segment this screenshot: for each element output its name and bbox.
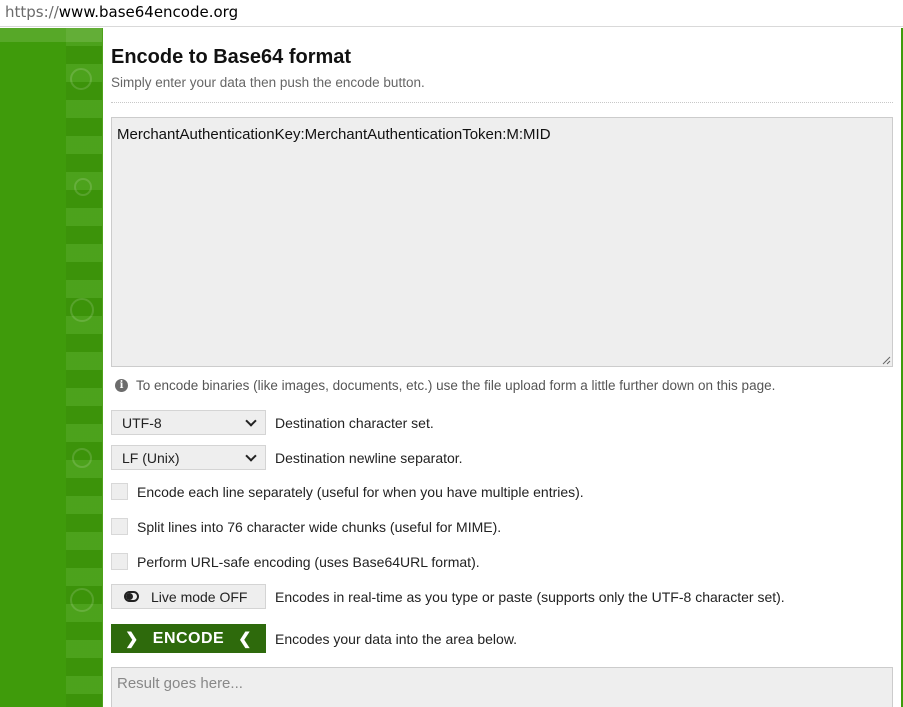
chevron-down-icon [245, 449, 257, 462]
checkbox-label: Perform URL-safe encoding (uses Base64UR… [137, 553, 480, 570]
browser-address-bar[interactable]: https://www.base64encode.org [0, 0, 903, 27]
info-text: To encode binaries (like images, documen… [136, 378, 776, 393]
newline-select[interactable]: LF (Unix) [111, 445, 266, 470]
encode-button[interactable]: ❯ ENCODE ❮ [111, 624, 266, 653]
charset-select[interactable]: UTF-8 [111, 410, 266, 435]
resize-handle-icon[interactable] [882, 356, 891, 365]
input-textarea[interactable]: MerchantAuthenticationKey:MerchantAuthen… [111, 117, 893, 367]
result-placeholder: Result goes here... [117, 675, 243, 692]
doodle-icon [70, 68, 92, 90]
charset-description: Destination character set. [275, 414, 434, 431]
encode-description: Encodes your data into the area below. [275, 630, 518, 647]
url-protocol: https:// [5, 3, 59, 21]
url-safe-checkbox[interactable] [111, 553, 128, 570]
url-text[interactable]: https://www.base64encode.org [5, 3, 238, 21]
option-url-safe: Perform URL-safe encoding (uses Base64UR… [111, 553, 480, 570]
encode-label: ENCODE [152, 629, 225, 647]
doodle-icon [74, 178, 92, 196]
encode-row: ❯ ENCODE ❮ Encodes your data into the ar… [111, 624, 517, 653]
option-split-lines: Split lines into 76 character wide chunk… [111, 518, 501, 535]
live-mode-row: Live mode OFF Encodes in real-time as yo… [111, 584, 785, 609]
line-separately-checkbox[interactable] [111, 483, 128, 500]
info-icon: i [115, 379, 128, 392]
newline-description: Destination newline separator. [275, 449, 463, 466]
checkbox-label: Encode each line separately (useful for … [137, 483, 584, 500]
chevron-left-icon: ❮ [238, 630, 252, 648]
doodle-icon [70, 588, 94, 612]
url-host: www.base64encode.org [58, 3, 239, 21]
split-lines-checkbox[interactable] [111, 518, 128, 535]
live-mode-label: Live mode OFF [151, 588, 248, 605]
option-line-separately: Encode each line separately (useful for … [111, 483, 584, 500]
newline-row: LF (Unix) Destination newline separator. [111, 445, 463, 470]
page-subtitle: Simply enter your data then push the enc… [111, 75, 425, 90]
checkbox-label: Split lines into 76 character wide chunk… [137, 518, 502, 535]
green-side-panel [0, 28, 102, 707]
live-mode-description: Encodes in real-time as you type or past… [275, 588, 785, 605]
info-note: i To encode binaries (like images, docum… [115, 378, 775, 393]
doodle-icon [70, 298, 94, 322]
divider [111, 102, 893, 103]
chevron-right-icon: ❯ [125, 630, 139, 648]
toggle-icon [124, 591, 139, 602]
result-textarea[interactable]: Result goes here... [111, 667, 893, 707]
page-title: Encode to Base64 format [111, 46, 352, 68]
newline-selected: LF (Unix) [122, 449, 180, 466]
chevron-down-icon [245, 414, 257, 427]
live-mode-toggle-button[interactable]: Live mode OFF [111, 584, 266, 609]
doodle-icon [72, 448, 92, 468]
main-content: Encode to Base64 format Simply enter you… [102, 28, 903, 707]
charset-row: UTF-8 Destination character set. [111, 410, 434, 435]
charset-selected: UTF-8 [122, 414, 162, 431]
